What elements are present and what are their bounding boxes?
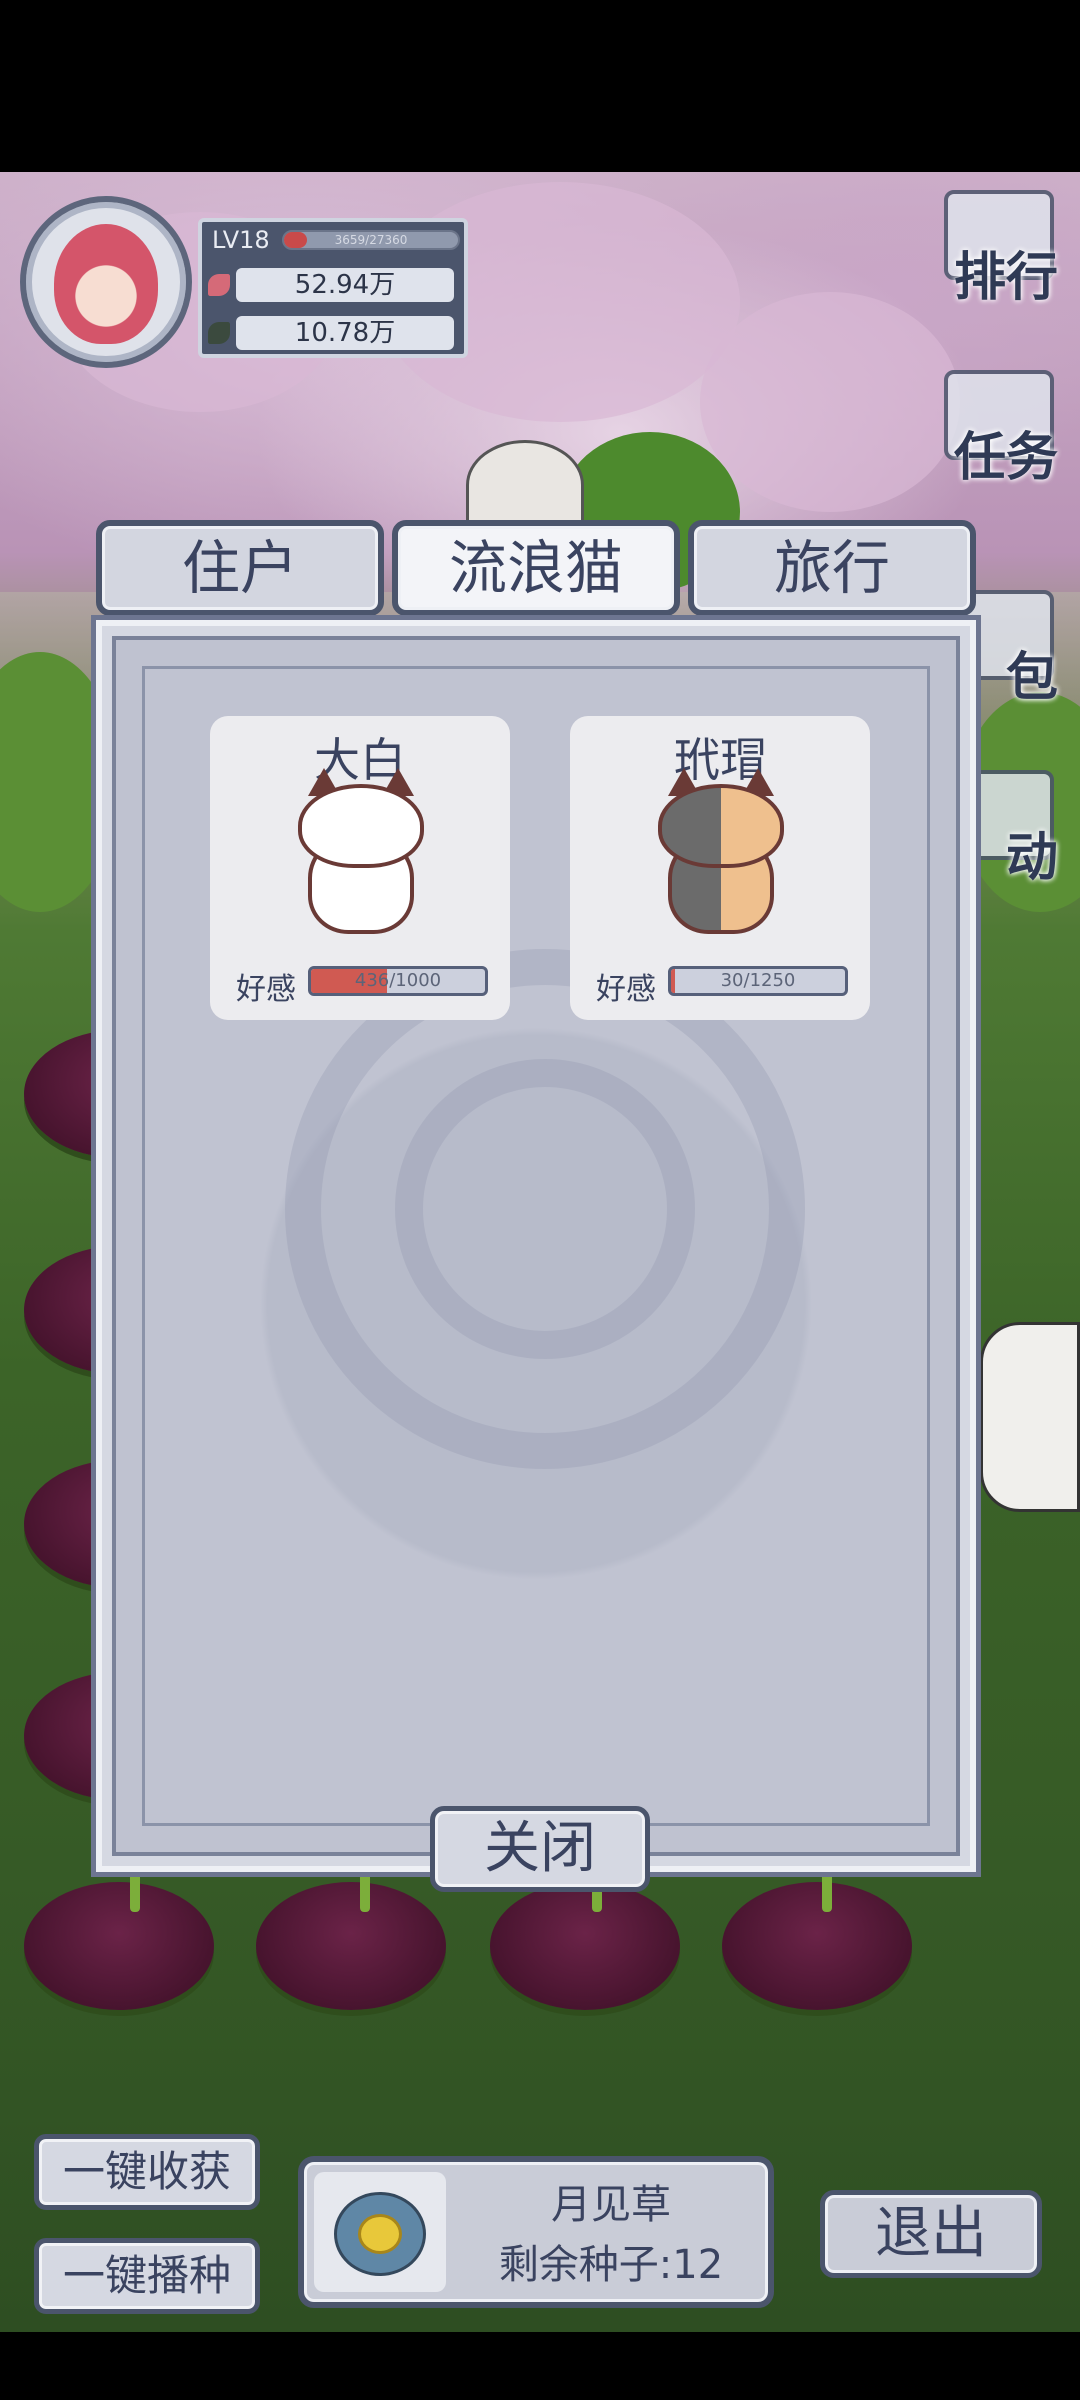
cat-card[interactable]: 玳瑁 好感 30/1250 [570,716,870,1020]
cow-cat-peek[interactable] [980,1322,1080,1512]
sow-all-button[interactable]: 一键播种 [34,2238,260,2314]
sprout [360,1872,370,1912]
cherry-blossom-decoration [700,292,960,512]
farm-plot[interactable] [256,1882,446,2010]
leaf-icon [208,322,230,344]
seed-name: 月见草 [551,2182,671,2228]
exit-button[interactable]: 退出 [820,2190,1042,2278]
player-stats: LV18 3659/27360 52.94万 10.78万 [198,218,468,358]
affection-bar: 436/1000 [308,966,488,996]
task-button[interactable]: 任务 [926,370,1068,490]
sprout [822,1872,832,1912]
farm-plot[interactable] [722,1882,912,2010]
player-info-panel: LV18 3659/27360 52.94万 10.78万 [12,190,472,375]
resource-2-value: 10.78万 [294,318,396,348]
seed-selector[interactable]: 月见草 剩余种子:12 [298,2156,774,2308]
ranking-label: 排行 [953,248,1058,308]
bag-label: 包 [1005,648,1058,708]
harvest-all-button[interactable]: 一键收获 [34,2134,260,2210]
farm-plot[interactable] [490,1882,680,2010]
activity-label: 动 [1005,828,1058,888]
tortoiseshell-cat-icon [650,768,790,934]
cat-name: 玳瑁 [674,733,766,787]
cat-name: 大白 [314,733,406,787]
affection-label: 好感 [596,972,656,1007]
affection-label: 好感 [236,972,296,1007]
affection-bar: 30/1250 [668,966,848,996]
farm-plot[interactable] [24,1882,214,2010]
exp-bar: 3659/27360 [282,230,460,250]
task-label: 任务 [953,428,1058,488]
tab-residents[interactable]: 住户 [96,520,384,616]
cat-card[interactable]: 大白 好感 436/1000 [210,716,510,1020]
tab-stray-cats[interactable]: 流浪猫 [392,520,680,616]
player-level: LV18 [212,226,270,254]
avatar-portrait [54,224,158,344]
ranking-button[interactable]: 排行 [926,190,1068,310]
tab-travel[interactable]: 旅行 [688,520,976,616]
sprout [130,1872,140,1912]
avatar[interactable] [20,196,192,368]
resource-1: 52.94万 [208,268,454,302]
resource-2: 10.78万 [208,316,454,350]
ornament-decoration [395,1059,695,1359]
affection-value: 436/1000 [354,970,442,991]
wandering-cat-peek[interactable] [466,440,584,530]
resource-1-value: 52.94万 [294,270,396,300]
exp-text: 3659/27360 [334,233,408,247]
affection-value: 30/1250 [720,970,796,991]
white-cat-icon [290,768,430,934]
close-button[interactable]: 关闭 [430,1806,650,1892]
petal-icon [208,274,230,296]
seed-count: 剩余种子:12 [498,2242,724,2288]
seed-bag-icon [314,2172,446,2292]
